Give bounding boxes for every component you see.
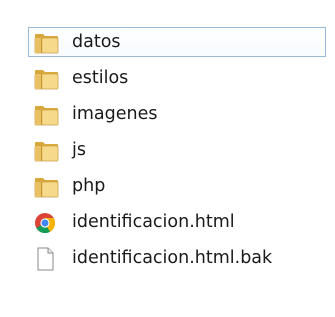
file-item-estilos[interactable]: estilos <box>28 63 326 93</box>
file-name: imagenes <box>72 104 158 124</box>
file-name: php <box>72 176 106 196</box>
file-name: js <box>72 140 86 160</box>
folder-icon <box>34 106 59 126</box>
file-name: estilos <box>72 68 129 88</box>
blank-file-icon <box>37 247 54 271</box>
file-name: identificacion.html.bak <box>72 248 273 268</box>
file-list: datos estilos imagenes js php identifica… <box>0 0 335 317</box>
file-item-identificacion-html-bak[interactable]: identificacion.html.bak <box>28 243 326 273</box>
file-item-identificacion-html[interactable]: identificacion.html <box>28 207 326 237</box>
file-item-php[interactable]: php <box>28 171 326 201</box>
file-name: identificacion.html <box>72 212 235 232</box>
folder-icon <box>34 142 59 162</box>
chrome-html-icon <box>35 213 56 234</box>
folder-icon <box>34 34 59 54</box>
file-item-imagenes[interactable]: imagenes <box>28 99 326 129</box>
file-name: datos <box>72 32 121 52</box>
file-item-js[interactable]: js <box>28 135 326 165</box>
folder-icon <box>34 178 59 198</box>
file-item-datos[interactable]: datos <box>28 27 326 57</box>
folder-icon <box>34 70 59 90</box>
